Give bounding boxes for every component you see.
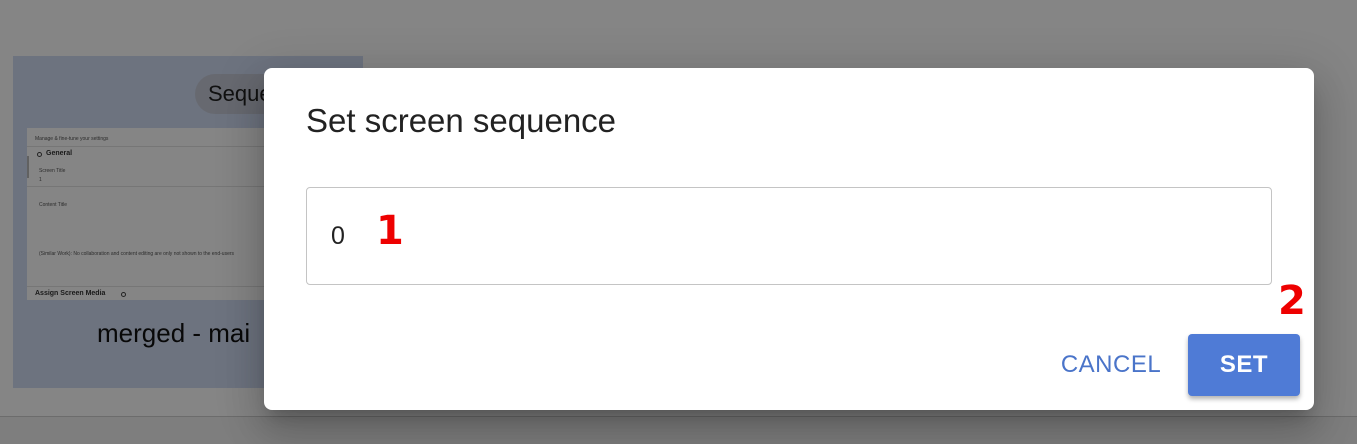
dialog-title: Set screen sequence: [306, 102, 617, 139]
cancel-button[interactable]: CANCEL: [1048, 334, 1174, 396]
annotation-marker-1: 1: [376, 208, 404, 254]
set-button[interactable]: SET: [1188, 334, 1300, 396]
set-sequence-dialog: Set screen sequence CANCEL SET: [264, 68, 1314, 410]
annotation-marker-2: 2: [1278, 278, 1306, 324]
sequence-input[interactable]: [306, 187, 1272, 285]
